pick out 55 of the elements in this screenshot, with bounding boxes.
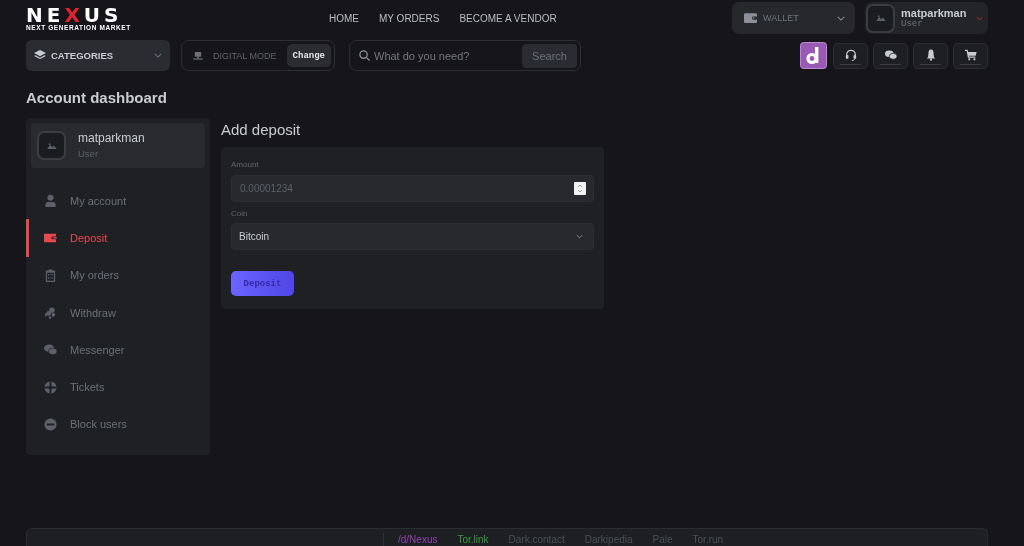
amount-field[interactable]: 0.00001234 (231, 175, 594, 202)
sidebar-item[interactable]: My account (26, 182, 210, 220)
mode-label: DIGITAL MODE (213, 50, 277, 61)
user-role: User (901, 18, 923, 29)
server-icon (193, 51, 203, 60)
lifebuoy-icon (44, 380, 57, 394)
username: matparkman (901, 7, 967, 19)
categories-dropdown[interactable]: CATEGORIES (26, 40, 170, 71)
image-icon (875, 15, 886, 21)
image-icon (46, 142, 57, 149)
spinner-icon[interactable] (574, 182, 586, 195)
support-button[interactable] (833, 42, 868, 69)
coin-select[interactable]: Bitcoin (231, 223, 594, 250)
search-button[interactable]: Search (522, 43, 577, 68)
sidebar-item[interactable]: Tickets (26, 368, 210, 406)
sidebar-item[interactable]: Block users (26, 405, 210, 444)
footer-link[interactable]: /d/Nexus (398, 534, 438, 546)
layers-icon (34, 50, 46, 61)
d-logo-icon[interactable] (800, 42, 827, 69)
deposit-button[interactable]: Deposit (231, 271, 294, 296)
sidebar-item[interactable]: My orders (26, 256, 210, 294)
search-field[interactable]: What do you need? Search (349, 40, 581, 71)
wallet-icon (44, 231, 57, 245)
field-label: Amount (231, 160, 260, 169)
chevron-down-icon (154, 53, 162, 58)
chat-icon (884, 48, 897, 61)
section-title: Add deposit (221, 121, 302, 138)
cart-button[interactable] (953, 42, 988, 69)
chevron-down-icon (576, 234, 583, 239)
nav-link[interactable]: BECOME A VENDOR (459, 12, 557, 24)
wallet-dropdown[interactable]: WALLET (732, 2, 855, 34)
change-button[interactable]: Change (286, 44, 331, 67)
cart-icon (964, 48, 977, 61)
logo-wordmark[interactable]: NE X US (26, 6, 138, 24)
wallet-icon (744, 13, 757, 23)
notifications-button[interactable] (913, 42, 948, 69)
page-title: Account dashboard (26, 89, 168, 106)
sidebar-item[interactable]: Deposit (26, 219, 210, 257)
sidebar-item[interactable]: Withdraw (26, 293, 210, 332)
user-icon (44, 194, 57, 208)
headset-icon (844, 48, 857, 61)
minus-circle-icon (44, 417, 57, 431)
search-icon (359, 50, 370, 61)
clipboard-icon (44, 268, 57, 282)
sidebar-item[interactable]: Messenger (26, 331, 210, 369)
username: matparkman (78, 130, 145, 146)
nav-link[interactable]: MY ORDERS (379, 12, 440, 24)
user-role: User (78, 146, 100, 161)
footer-link[interactable]: Tor.link (457, 534, 489, 546)
coins-icon (44, 306, 57, 320)
nav-link[interactable]: HOME (329, 12, 359, 24)
chevron-down-icon (837, 15, 845, 21)
user-menu[interactable]: matparkman User (865, 2, 988, 34)
messages-button[interactable] (873, 42, 908, 69)
chat-icon (44, 343, 57, 357)
